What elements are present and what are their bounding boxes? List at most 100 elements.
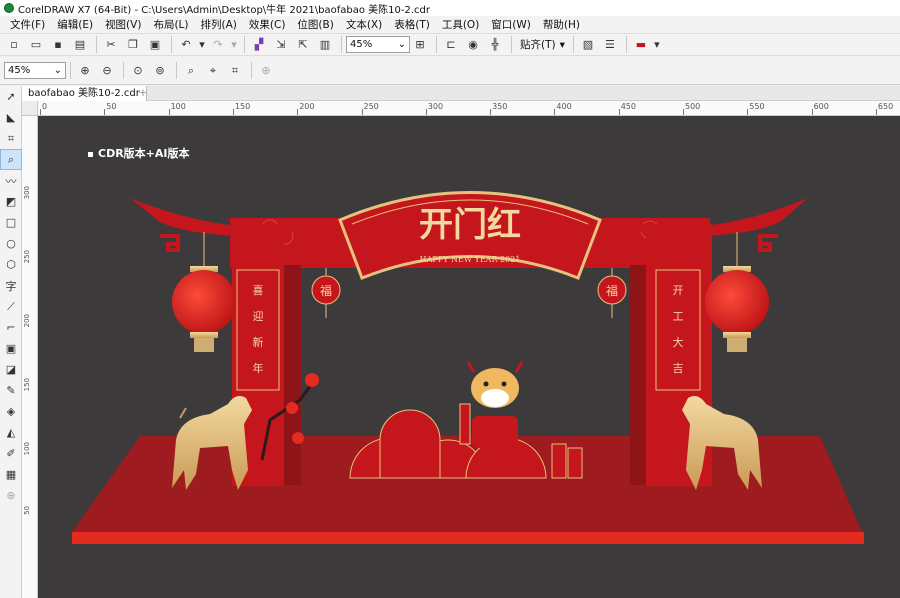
ellipse-tool-icon[interactable]: ○ — [0, 233, 22, 254]
ruler-tick-mark — [618, 109, 620, 115]
add-toolbar-icon[interactable]: ⊕ — [256, 61, 276, 80]
menu-item[interactable]: 文本(X) — [340, 17, 388, 32]
undo-dropdown-icon[interactable]: ▾ — [198, 35, 206, 54]
toolbox: ➚ ◣ ⌗ ⌕ 〰 ◩ □ ○ ⬡ 字 ⟋ ⌐ ▣ ◪ ✎ ◈ ◭ ✐ ▦ ⊕ — [0, 86, 22, 598]
save-icon[interactable]: ▪ — [48, 35, 68, 54]
paste-icon[interactable]: ▣ — [145, 35, 165, 54]
menu-item[interactable]: 排列(A) — [195, 17, 243, 32]
separator — [171, 36, 172, 53]
horizontal-ruler[interactable]: 0 50 100 150 200 250 300 350 400 450 500 550 600 650 — [38, 101, 900, 116]
publish-pdf-icon[interactable]: ▥ — [315, 35, 335, 54]
document-tab[interactable]: baofabao 美陈10-2.cdr — [22, 86, 147, 101]
crop-tool-icon[interactable]: ⌗ — [0, 128, 22, 149]
redo-dropdown-icon[interactable]: ▾ — [230, 35, 238, 54]
window-title: CorelDRAW X7 (64-Bit) - C:\Users\Admin\D… — [18, 4, 431, 16]
new-document-icon[interactable]: ▫ — [4, 35, 24, 54]
undo-icon[interactable]: ↶ — [176, 35, 196, 54]
menu-item[interactable]: 编辑(E) — [51, 17, 99, 32]
zoom-to-all-objects-icon[interactable]: ⊚ — [150, 61, 170, 80]
zoom-to-page-height-icon[interactable]: ⌗ — [225, 61, 245, 80]
ruler-tick-label: 50 — [23, 506, 31, 515]
ruler-tick-mark — [683, 109, 684, 115]
zoom-out-icon[interactable]: ⊖ — [97, 61, 117, 80]
ruler-tick-label: 250 — [363, 102, 379, 111]
open-icon[interactable]: ▭ — [26, 35, 46, 54]
zoom-in-icon[interactable]: ⊕ — [75, 61, 95, 80]
freehand-tool-icon[interactable]: 〰 — [0, 170, 22, 191]
smart-fill-icon[interactable]: ◩ — [0, 191, 22, 212]
menu-item[interactable]: 工具(O) — [436, 17, 485, 32]
application-launcher-icon[interactable]: ▬ — [631, 35, 651, 54]
mesh-fill-icon[interactable]: ▦ — [0, 464, 22, 485]
menu-item[interactable]: 布局(L) — [147, 17, 194, 32]
vertical-ruler[interactable]: 300 250 200 150 100 50 — [22, 116, 38, 598]
arch-subtitle: HAPPY NEW YEAR 2021 — [420, 255, 521, 264]
connector-tool-icon[interactable]: ⌐ — [0, 317, 22, 338]
shape-tool-icon[interactable]: ◣ — [0, 107, 22, 128]
menu-item[interactable]: 帮助(H) — [537, 17, 586, 32]
zoom-level-value: 45% — [8, 65, 31, 76]
new-tab-plus-icon[interactable]: + — [136, 86, 150, 100]
chevron-down-icon: ⌄ — [53, 65, 62, 76]
separator — [251, 62, 252, 79]
interactive-fill-icon[interactable]: ◈ — [0, 401, 22, 422]
ruler-tick-mark — [232, 109, 234, 115]
parallel-dimension-icon[interactable]: ⟋ — [0, 296, 22, 317]
snap-to-menu[interactable]: 贴齐(T) ▾ — [516, 37, 569, 52]
menu-item[interactable]: 窗口(W) — [485, 17, 537, 32]
outline-pen-icon[interactable]: ✐ — [0, 443, 22, 464]
ruler-tick-label: 200 — [299, 102, 315, 111]
zoom-tool-icon[interactable]: ⌕ — [0, 149, 22, 170]
drawing-canvas[interactable]: CDR版本+AI版本 喜 迎 新 年 开 工 大 吉 开门红 HAPPY NEW… — [38, 116, 900, 598]
import-icon[interactable]: ⇲ — [271, 35, 291, 54]
cut-icon[interactable]: ✂ — [101, 35, 121, 54]
menu-item[interactable]: 文件(F) — [4, 17, 51, 32]
ruler-origin[interactable] — [22, 101, 38, 116]
smart-fill-tool-icon[interactable]: ◭ — [0, 422, 22, 443]
menu-item[interactable]: 位图(B) — [291, 17, 339, 32]
menu-item[interactable]: 效果(C) — [243, 17, 292, 32]
text-tool-icon[interactable]: 字 — [0, 275, 22, 296]
title-bar: CorelDRAW X7 (64-Bit) - C:\Users\Admin\D… — [0, 0, 900, 16]
fu-character: 福 — [320, 283, 332, 298]
ruler-tick-mark — [490, 109, 492, 115]
left-bracket — [160, 234, 180, 252]
separator — [625, 36, 627, 53]
color-eyedropper-icon[interactable]: ✎ — [0, 380, 22, 401]
show-grid-icon[interactable]: ╬ — [485, 35, 505, 54]
print-icon[interactable]: ▤ — [70, 35, 90, 54]
add-tool-icon[interactable]: ⊕ — [0, 485, 22, 506]
separator — [341, 36, 342, 53]
snap-label: 贴齐(T) — [520, 39, 556, 51]
copy-icon[interactable]: ❐ — [123, 35, 143, 54]
view-icon[interactable]: ◉ — [463, 35, 483, 54]
polygon-tool-icon[interactable]: ⬡ — [0, 254, 22, 275]
menu-item[interactable]: 表格(T) — [388, 17, 436, 32]
welcome-screen-icon[interactable]: ▧ — [578, 35, 598, 54]
search-content-icon[interactable]: ▞ — [249, 35, 269, 54]
drop-shadow-tool-icon[interactable]: ▣ — [0, 338, 22, 359]
export-icon[interactable]: ⇱ — [293, 35, 313, 54]
redo-icon[interactable]: ↷ — [208, 35, 228, 54]
full-screen-preview-icon[interactable]: ⊞ — [410, 35, 430, 54]
right-eave — [700, 198, 808, 236]
zoom-to-page-icon[interactable]: ⌕ — [181, 61, 201, 80]
couplet-char: 工 — [673, 310, 684, 323]
pick-tool-icon[interactable]: ➚ — [0, 86, 22, 107]
ruler-tick-label: 550 — [749, 102, 765, 111]
fu-character: 福 — [606, 283, 618, 298]
menu-item[interactable]: 视图(V) — [99, 17, 147, 32]
zoom-to-page-width-icon[interactable]: ⌖ — [203, 61, 223, 80]
separator — [123, 62, 124, 79]
rectangle-tool-icon[interactable]: □ — [0, 212, 22, 233]
options-icon[interactable]: ☰ — [600, 35, 620, 54]
show-rulers-icon[interactable]: ⊏ — [441, 35, 461, 54]
zoom-to-selected-icon[interactable]: ⊙ — [128, 61, 148, 80]
ruler-tick-mark — [811, 109, 813, 115]
ruler-tick-label: 0 — [42, 102, 48, 111]
zoom-level-select[interactable]: 45% ⌄ — [346, 36, 410, 53]
transparency-tool-icon[interactable]: ◪ — [0, 359, 22, 380]
separator — [511, 36, 512, 53]
launcher-dropdown-icon[interactable]: ▾ — [653, 35, 661, 54]
zoom-level-select[interactable]: 45% ⌄ — [4, 62, 66, 79]
